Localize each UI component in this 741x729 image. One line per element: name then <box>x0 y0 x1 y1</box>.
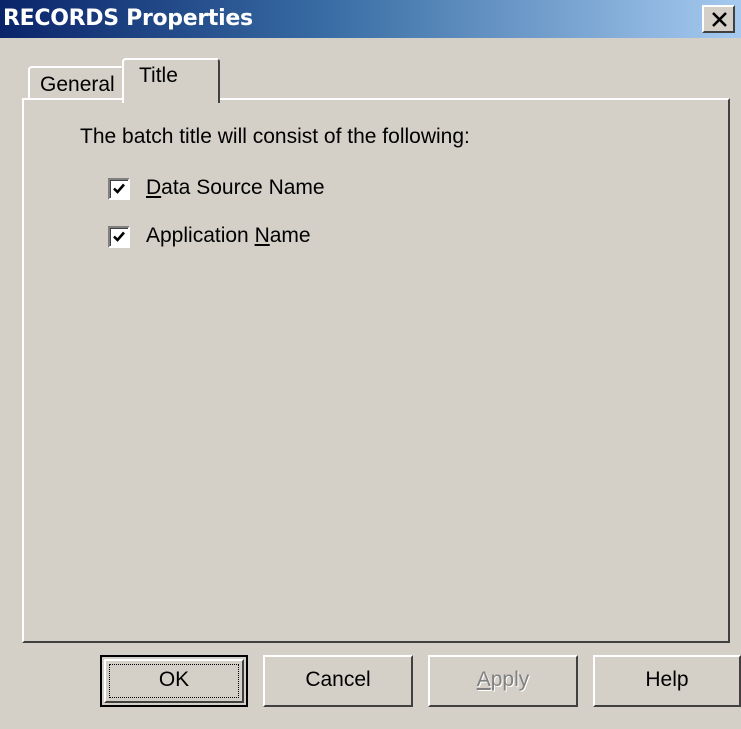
apply-button[interactable]: Apply <box>428 655 578 707</box>
data-source-name-label-rest: ata Source Name <box>161 176 325 199</box>
application-name-label-rest: ame <box>269 224 311 247</box>
window-title: RECORDS Properties <box>3 6 253 31</box>
tab-title-label: Title <box>139 64 178 87</box>
data-source-name-label: Data Source Name <box>146 176 325 200</box>
title-bar[interactable]: RECORDS Properties <box>0 0 741 38</box>
application-name-mnemonic: N <box>254 224 270 247</box>
application-name-label-start: Application <box>146 224 255 247</box>
checkmark-icon <box>113 231 125 242</box>
checkmark-icon <box>113 183 125 194</box>
data-source-name-mnemonic: D <box>146 176 162 199</box>
apply-button-label-rest: pply <box>490 668 530 691</box>
application-name-checkbox[interactable] <box>108 226 130 248</box>
batch-title-description: The batch title will consist of the foll… <box>80 125 470 148</box>
data-source-name-checkbox[interactable] <box>108 178 130 200</box>
ok-button-label: OK <box>158 668 190 691</box>
tab-title[interactable]: Title <box>122 58 220 103</box>
properties-dialog: RECORDS Properties General Title The bat… <box>0 0 741 729</box>
tab-panel: The batch title will consist of the foll… <box>22 98 730 643</box>
application-name-label: Application Name <box>146 224 311 248</box>
help-button[interactable]: Help <box>593 655 741 707</box>
tab-general-label: General <box>40 73 115 96</box>
ok-button[interactable]: OK <box>100 655 248 707</box>
apply-button-mnemonic: A <box>476 668 491 691</box>
cancel-button[interactable]: Cancel <box>263 655 413 707</box>
close-icon <box>712 12 727 27</box>
tab-general[interactable]: General <box>28 66 124 100</box>
close-button[interactable] <box>702 5 735 33</box>
